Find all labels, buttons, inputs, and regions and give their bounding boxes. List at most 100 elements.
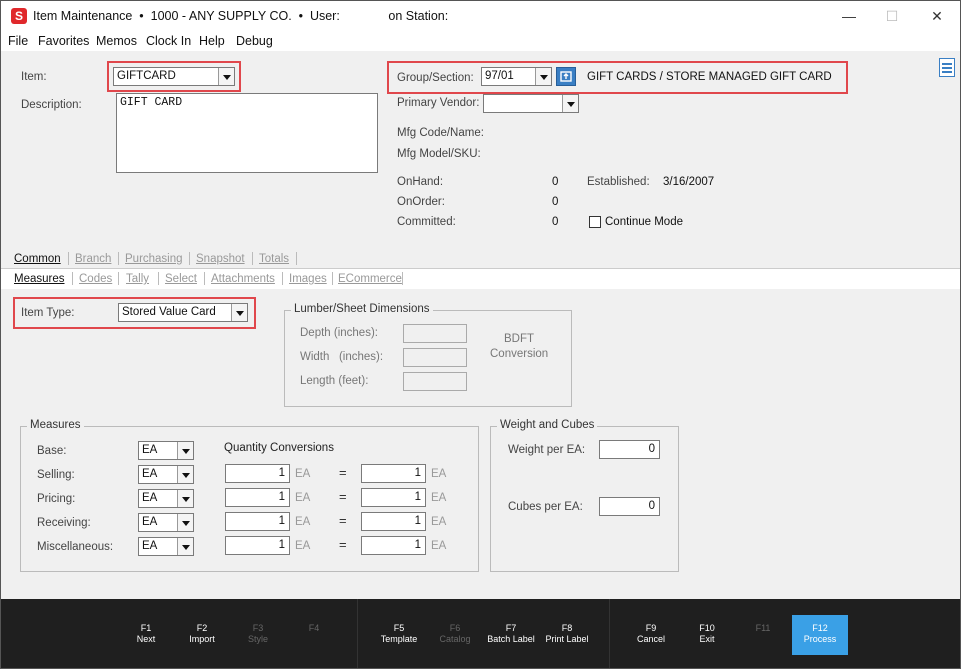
f11-button[interactable]: F11: [735, 623, 791, 634]
chevron-down-icon[interactable]: [177, 514, 193, 531]
cubes-per-ea-input[interactable]: 0: [599, 497, 660, 516]
f4-key: F4: [308, 623, 320, 633]
menu-help[interactable]: Help: [199, 34, 225, 48]
chevron-down-icon[interactable]: [177, 442, 193, 459]
miscellaneous-unit-combo[interactable]: EA: [138, 537, 194, 556]
f10-key: F10: [699, 623, 715, 633]
chevron-down-icon[interactable]: [177, 466, 193, 483]
receiving-label: Receiving:: [37, 517, 91, 529]
pricing-unit-combo[interactable]: EA: [138, 489, 194, 508]
side-menu-button[interactable]: [939, 58, 955, 77]
menu-debug[interactable]: Debug: [236, 34, 273, 48]
menu-favorites[interactable]: Favorites: [38, 34, 89, 48]
tab-attachments[interactable]: Attachments: [211, 273, 275, 285]
receiving-unit-from: EA: [295, 516, 311, 528]
tab-branch[interactable]: Branch: [75, 253, 111, 265]
receiving-equals: =: [339, 513, 347, 528]
tab-images[interactable]: Images: [289, 273, 327, 285]
selling-unit-combo[interactable]: EA: [138, 465, 194, 484]
base-unit-value: EA: [142, 444, 158, 456]
close-button[interactable]: ✕: [917, 4, 957, 28]
receiving-unit-combo[interactable]: EA: [138, 513, 194, 532]
f2-import-button[interactable]: F2 Import: [174, 623, 230, 645]
f8-print-label-button[interactable]: F8 Print Label: [539, 623, 595, 645]
menu-memos[interactable]: Memos: [96, 34, 137, 48]
tab-separator: [296, 252, 297, 265]
length-input[interactable]: [403, 372, 467, 391]
tab-purchasing[interactable]: Purchasing: [125, 253, 183, 265]
f2-label: Import: [189, 634, 215, 644]
tab-ecommerce[interactable]: ECommerce: [338, 273, 402, 285]
tab-codes[interactable]: Codes: [79, 273, 112, 285]
f5-key: F5: [393, 623, 405, 633]
f5-label: Template: [380, 634, 418, 644]
selling-qty-to[interactable]: 1: [361, 464, 426, 483]
f7-batch-label-button[interactable]: F7 Batch Label: [483, 623, 539, 645]
description-textarea[interactable]: GIFT CARD: [116, 93, 378, 173]
primary-vendor-label: Primary Vendor:: [397, 97, 480, 109]
primary-vendor-combo[interactable]: [483, 94, 579, 113]
pricing-unit-from: EA: [295, 492, 311, 504]
chevron-down-icon[interactable]: [562, 95, 578, 112]
tab-select[interactable]: Select: [165, 273, 197, 285]
tab-totals[interactable]: Totals: [259, 253, 289, 265]
depth-input[interactable]: [403, 324, 467, 343]
f11-key: F11: [755, 623, 771, 633]
f1-key: F1: [140, 623, 152, 633]
miscellaneous-equals: =: [339, 537, 347, 552]
established-value: 3/16/2007: [663, 176, 715, 188]
pricing-qty-to[interactable]: 1: [361, 488, 426, 507]
f3-style-button[interactable]: F3 Style: [230, 623, 286, 645]
menu-clock-in[interactable]: Clock In: [146, 34, 191, 48]
base-unit-combo[interactable]: EA: [138, 441, 194, 460]
pricing-qty-from[interactable]: 1: [225, 488, 290, 507]
depth-label: Depth (inches):: [300, 327, 378, 339]
onorder-label: OnOrder:: [397, 196, 445, 208]
tab-measures[interactable]: Measures: [14, 273, 65, 285]
width-input[interactable]: [403, 348, 467, 367]
tab-tally[interactable]: Tally: [126, 273, 149, 285]
miscellaneous-unit-value: EA: [142, 540, 158, 552]
width-label: Width (inches):: [300, 351, 384, 363]
committed-value: 0: [552, 216, 559, 228]
tab-separator: [158, 272, 159, 285]
window-title: Item Maintenance • 1000 - ANY SUPPLY CO.…: [33, 9, 449, 23]
f3-key: F3: [252, 623, 264, 633]
minimize-button[interactable]: —: [829, 4, 869, 28]
miscellaneous-qty-to[interactable]: 1: [361, 536, 426, 555]
chevron-down-icon[interactable]: [177, 538, 193, 555]
maximize-button[interactable]: ☐: [872, 4, 912, 28]
chevron-down-icon[interactable]: [177, 490, 193, 507]
weight-per-ea-input[interactable]: 0: [599, 440, 660, 459]
hamburger-icon: [942, 63, 952, 73]
pricing-equals: =: [339, 489, 347, 504]
f5-template-button[interactable]: F5 Template: [371, 623, 427, 645]
tab-snapshot[interactable]: Snapshot: [196, 253, 245, 265]
continue-mode-label: Continue Mode: [605, 216, 683, 228]
receiving-qty-from[interactable]: 1: [225, 512, 290, 531]
f10-exit-button[interactable]: F10 Exit: [679, 623, 735, 645]
menu-file[interactable]: File: [8, 34, 28, 48]
receiving-qty-to[interactable]: 1: [361, 512, 426, 531]
bdft-label: BDFT: [504, 333, 535, 345]
app-logo-icon: S: [11, 8, 27, 24]
tab-separator: [72, 272, 73, 285]
selling-qty-from[interactable]: 1: [225, 464, 290, 483]
f6-catalog-button[interactable]: F6 Catalog: [427, 623, 483, 645]
base-label: Base:: [37, 445, 67, 457]
f4-button[interactable]: F4: [286, 623, 342, 634]
cubes-per-ea-label: Cubes per EA:: [508, 501, 583, 513]
f9-cancel-button[interactable]: F9 Cancel: [623, 623, 679, 645]
footer-separator: [357, 599, 358, 668]
f12-process-button[interactable]: F12 Process: [792, 615, 848, 655]
tab-common[interactable]: Common: [14, 253, 61, 265]
pricing-unit-to: EA: [431, 492, 447, 504]
tab-separator: [189, 252, 190, 265]
continue-mode-checkbox[interactable]: [589, 216, 601, 228]
miscellaneous-unit-from: EA: [295, 540, 311, 552]
f1-next-button[interactable]: F1 Next: [118, 623, 174, 645]
highlight-item-type: [13, 297, 256, 329]
tab-separator: [252, 252, 253, 265]
established-label: Established:: [587, 176, 650, 188]
miscellaneous-qty-from[interactable]: 1: [225, 536, 290, 555]
